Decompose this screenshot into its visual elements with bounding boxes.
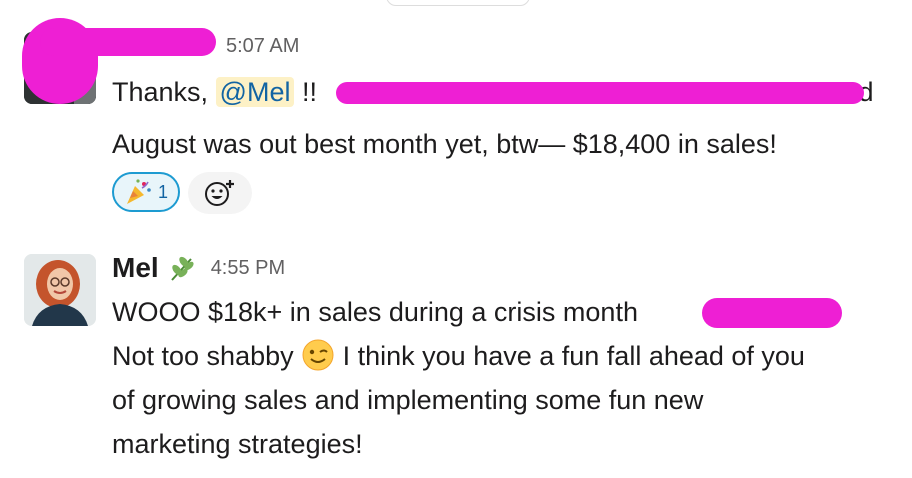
redacted-text <box>336 82 864 104</box>
timestamp[interactable]: 4:55 PM <box>211 257 285 280</box>
avatar[interactable] <box>24 254 96 326</box>
party-popper-icon <box>127 179 151 204</box>
message-header: 5:07 AM <box>112 26 299 66</box>
message-body-line3: of growing sales and implementing some f… <box>112 385 704 415</box>
reaction-count: 1 <box>158 181 169 202</box>
message-body-line1: WOOO $18k+ in sales during a crisis mont… <box>112 297 638 327</box>
new-messages-pill[interactable] <box>386 0 530 6</box>
leaf-icon <box>170 256 194 281</box>
reactions-bar: 1 <box>112 172 253 214</box>
message-header: Mel 4:55 PM <box>112 248 285 288</box>
add-reaction-button[interactable] <box>188 172 253 214</box>
redacted-text <box>702 298 842 328</box>
message-body-line2: August was out best month yet, btw— $18,… <box>112 129 777 159</box>
author-name[interactable]: Mel <box>112 252 159 284</box>
message-body-line2: Not too shabby I think you have a fun fa… <box>112 334 805 378</box>
reaction-party-popper[interactable]: 1 <box>112 172 181 212</box>
message-body-line4: marketing strategies! <box>112 429 363 459</box>
add-reaction-icon <box>205 180 235 206</box>
timestamp[interactable]: 5:07 AM <box>226 35 299 58</box>
mention-mel[interactable]: @Mel <box>215 77 295 107</box>
winking-face-icon <box>302 339 334 371</box>
